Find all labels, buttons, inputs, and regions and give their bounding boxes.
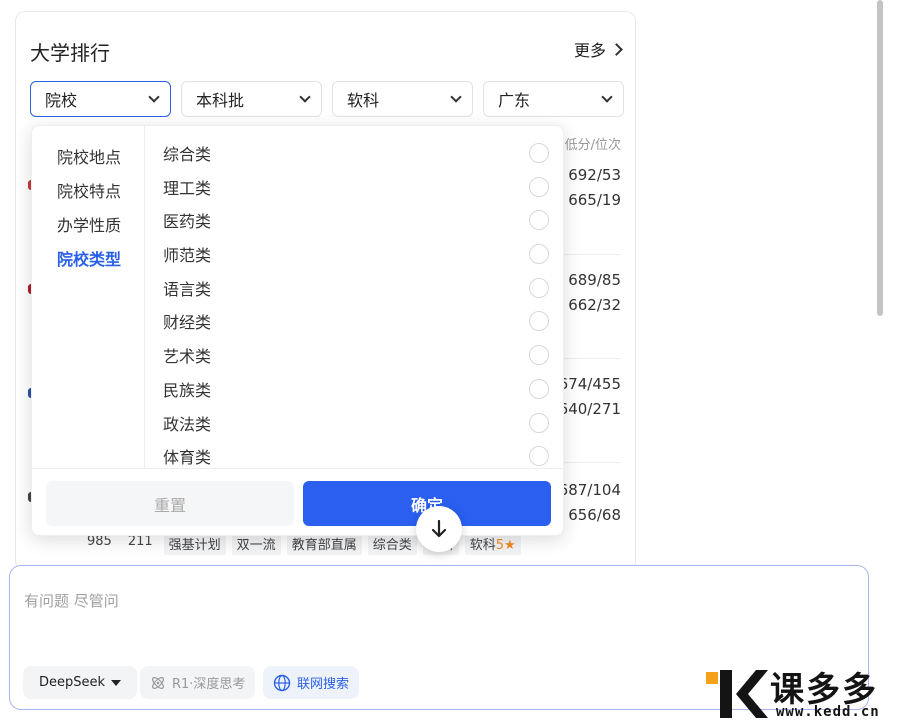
category-type[interactable]: 院校类型 [57, 246, 121, 270]
chevron-right-icon [610, 42, 623, 56]
option-label: 政法类 [163, 415, 212, 434]
model-label: DeepSeek [39, 675, 106, 690]
option-label: 艺术类 [163, 347, 212, 366]
web-search-toggle[interactable]: 联网搜索 [263, 666, 360, 699]
option-medical[interactable]: 医药类 [163, 206, 549, 234]
school-filter-dropdown: 院校地点 院校特点 办学性质 院校类型 综合类 理工类 医药类 师范类 语言类 … [31, 125, 564, 536]
filter-bar: 院校 本科批 软科 广东 [30, 81, 624, 117]
more-link[interactable]: 更多 [573, 37, 623, 61]
more-label: 更多 [573, 41, 606, 60]
category-list: 院校地点 院校特点 办学性质 院校类型 [32, 126, 145, 468]
arrow-down-icon [431, 519, 447, 538]
reset-button[interactable]: 重置 [46, 481, 294, 526]
k-logo-icon [706, 670, 768, 718]
tag-rating-source: 软科 [469, 538, 496, 553]
card-title: 大学排行 [30, 41, 110, 65]
option-language[interactable]: 语言类 [163, 274, 549, 302]
web-search-label: 联网搜索 [297, 677, 350, 692]
model-selector[interactable]: DeepSeek [23, 666, 138, 699]
filter-batch[interactable]: 本科批 [181, 81, 322, 117]
option-law[interactable]: 政法类 [163, 409, 549, 437]
chat-input[interactable] [24, 592, 724, 610]
option-label: 医药类 [163, 212, 212, 231]
radio-button[interactable] [529, 177, 549, 197]
option-normal[interactable]: 师范类 [163, 240, 549, 268]
filter-label: 院校 [45, 91, 78, 110]
chevron-down-icon [299, 91, 311, 103]
option-comprehensive[interactable]: 综合类 [163, 139, 549, 167]
option-finance[interactable]: 财经类 [163, 307, 549, 335]
radio-button[interactable] [529, 345, 549, 365]
chevron-down-icon [148, 91, 160, 103]
scroll-down-button[interactable] [416, 506, 462, 552]
radio-button[interactable] [529, 278, 549, 298]
page-scrollbar[interactable] [877, 0, 883, 316]
filter-school[interactable]: 院校 [30, 81, 171, 117]
radio-button[interactable] [529, 210, 549, 230]
option-sports[interactable]: 体育类 [163, 442, 549, 470]
filter-label: 本科批 [196, 91, 245, 110]
radio-button[interactable] [529, 446, 549, 466]
option-ethnic[interactable]: 民族类 [163, 375, 549, 403]
chevron-down-icon [601, 91, 613, 103]
atom-icon [152, 676, 164, 689]
option-label: 语言类 [163, 280, 212, 299]
filter-ranking-source[interactable]: 软科 [332, 81, 473, 117]
caret-down-icon [111, 679, 122, 686]
watermark-url: www.kedd.cn [776, 704, 880, 720]
category-features[interactable]: 院校特点 [57, 178, 121, 202]
option-label: 财经类 [163, 313, 212, 332]
filter-province[interactable]: 广东 [483, 81, 624, 117]
globe-icon [273, 674, 291, 691]
radio-button[interactable] [529, 413, 549, 433]
watermark: 课多多 www.kedd.cn [706, 660, 904, 724]
option-art[interactable]: 艺术类 [163, 341, 549, 369]
category-nature[interactable]: 办学性质 [57, 212, 121, 236]
option-label: 民族类 [163, 381, 212, 400]
option-label: 师范类 [163, 246, 212, 265]
chevron-down-icon [450, 91, 462, 103]
radio-button[interactable] [529, 311, 549, 331]
radio-button[interactable] [529, 244, 549, 264]
option-label: 理工类 [163, 179, 212, 198]
filter-label: 软科 [347, 91, 380, 110]
category-location[interactable]: 院校地点 [57, 144, 121, 168]
option-engineering[interactable]: 理工类 [163, 173, 549, 201]
deep-think-label: R1·深度思考 [172, 677, 246, 692]
option-label: 体育类 [163, 448, 212, 467]
star-icon: ★ [504, 538, 516, 553]
radio-button[interactable] [529, 379, 549, 399]
radio-button[interactable] [529, 143, 549, 163]
dropdown-footer: 重置 确定 [32, 468, 563, 535]
deep-think-toggle[interactable]: R1·深度思考 [140, 666, 256, 699]
option-label: 综合类 [163, 145, 212, 164]
tag-rating-value: 5 [495, 538, 505, 553]
filter-label: 广东 [498, 91, 531, 110]
